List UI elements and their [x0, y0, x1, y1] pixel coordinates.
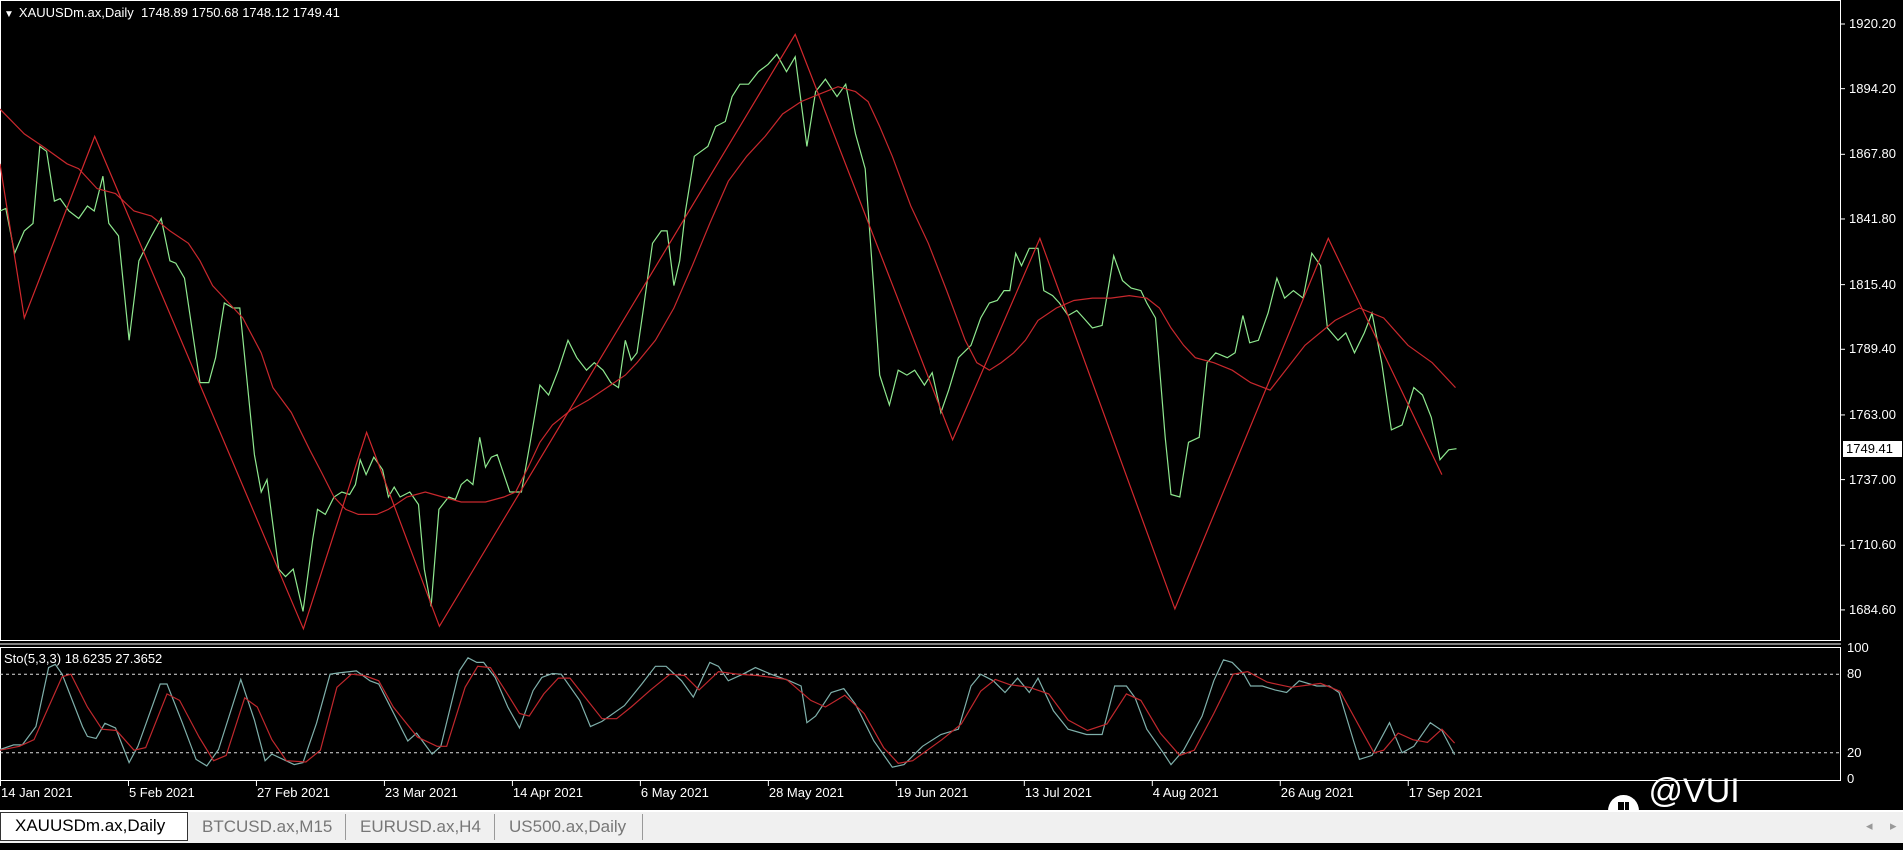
price-tick-label: 1737.00: [1849, 471, 1896, 487]
stochastic-tick-label: 100: [1847, 640, 1869, 655]
arrow-left-icon[interactable]: ◂: [1866, 818, 1873, 834]
stochastic-panel-border: [0, 647, 1841, 781]
main-panel-border: [0, 0, 1841, 641]
arrow-right-icon[interactable]: ▸: [1890, 818, 1897, 834]
price-tick-label: 1894.20: [1849, 80, 1896, 96]
date-tick-label: 23 Mar 2021: [384, 785, 458, 800]
date-tick-label: 14 Jan 2021: [1, 785, 73, 800]
price-tick-label: 1841.80: [1849, 210, 1896, 226]
date-tick-label: 14 Apr 2021: [512, 785, 584, 800]
chart-tabs-bar: XAUUSDm.ax,Daily BTCUSD.ax,M15 EURUSD.ax…: [0, 810, 1903, 843]
price-tick-label: 1867.80: [1849, 146, 1896, 162]
date-tick-label: 26 Aug 2021: [1280, 785, 1354, 800]
date-tick-label: 19 Jun 2021: [896, 785, 969, 800]
date-tick-label: 4 Aug 2021: [1152, 785, 1219, 800]
price-tick-label: 1710.60: [1849, 537, 1896, 553]
date-tick-label: 17 Sep 2021: [1408, 785, 1483, 800]
chart-canvas[interactable]: [0, 0, 1903, 810]
date-tick-label: 6 May 2021: [640, 785, 709, 800]
symbol-label: XAUUSDm.ax,Daily: [18, 5, 134, 20]
moving-average-line: [0, 86, 1456, 516]
triangle-down-icon[interactable]: ▼: [4, 9, 14, 20]
tab-us500-daily[interactable]: US500.ax,Daily: [495, 814, 643, 840]
price-tick-label: 1920.20: [1849, 15, 1896, 31]
ohlc-values: 1748.89 1750.68 1748.12 1749.41: [141, 5, 340, 20]
tab-btcusd-m15[interactable]: BTCUSD.ax,M15: [188, 814, 346, 840]
price-tick-label: 1684.60: [1849, 601, 1896, 617]
stochastic-label: Sto(5,3,3) 18.6235 27.3652: [4, 651, 163, 666]
date-tick-label: 5 Feb 2021: [128, 785, 195, 800]
chart-window[interactable]: ▼ XAUUSDm.ax,Daily 1748.89 1750.68 1748.1…: [0, 0, 1903, 849]
date-tick-label: 27 Feb 2021: [256, 785, 330, 800]
tab-xauusdm-daily[interactable]: XAUUSDm.ax,Daily: [0, 812, 188, 841]
tab-eurusd-h4[interactable]: EURUSD.ax,H4: [346, 814, 495, 840]
price-tick-label: 1789.40: [1849, 341, 1896, 357]
stochastic-tick-label: 20: [1847, 744, 1862, 760]
close-line: [0, 53, 1457, 612]
stochastic-tick-label: 80: [1847, 666, 1862, 682]
price-tick-label: 1815.40: [1849, 276, 1896, 292]
date-tick-label: 28 May 2021: [768, 785, 845, 800]
price-tick-label: 1763.00: [1849, 406, 1896, 422]
current-price-label: 1749.41: [1843, 440, 1902, 457]
chart-header: ▼ XAUUSDm.ax,Daily 1748.89 1750.68 1748.1…: [4, 5, 340, 20]
date-tick-label: 13 Jul 2021: [1024, 785, 1093, 800]
